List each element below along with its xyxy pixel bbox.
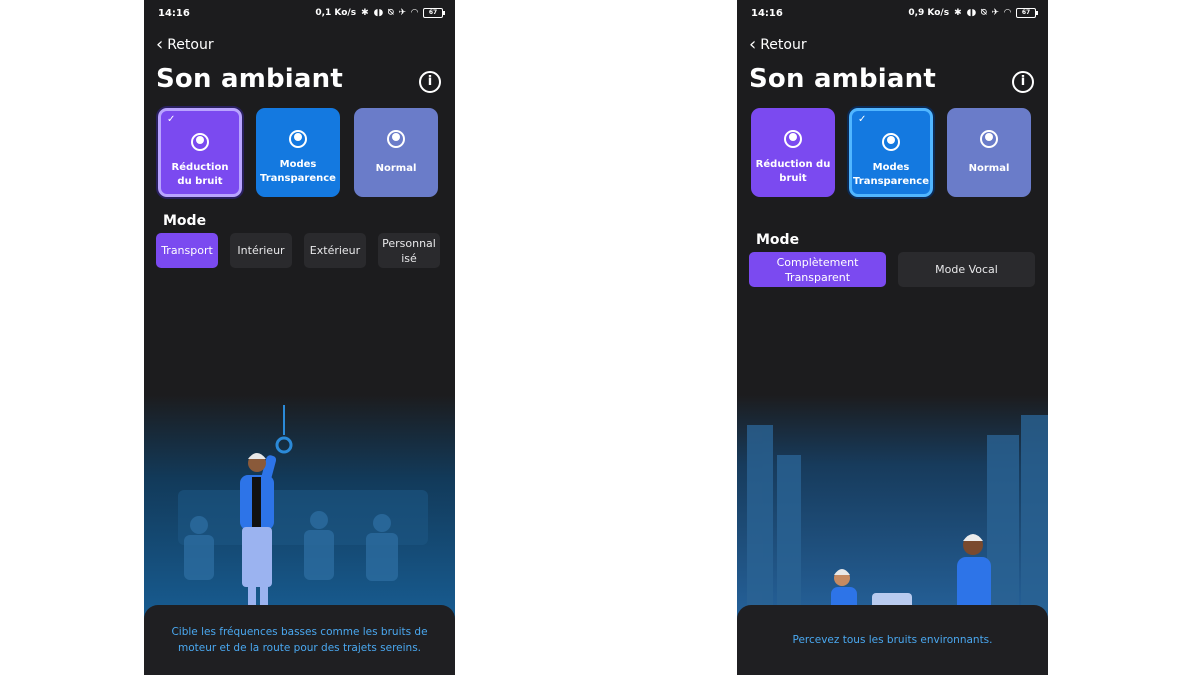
mode-chip-custom[interactable]: Personnalisé bbox=[378, 233, 440, 268]
back-button[interactable]: ‹ Retour bbox=[749, 34, 807, 55]
mode-description: Percevez tous les bruits environnants. bbox=[737, 605, 1048, 675]
mode-description: Cible les fréquences basses comme les br… bbox=[144, 605, 455, 675]
mute-bell-icon: ⍉ bbox=[981, 8, 987, 18]
mode-chip-interior[interactable]: Intérieur bbox=[230, 233, 292, 268]
bluetooth-icon: ✱ bbox=[361, 8, 369, 18]
status-time: 14:16 bbox=[751, 8, 783, 19]
network-speed: 0,1 Ko/s bbox=[315, 8, 357, 18]
page-title: Son ambiant bbox=[156, 64, 343, 94]
chevron-left-icon: ‹ bbox=[156, 34, 164, 55]
mode-chip-exterior[interactable]: Extérieur bbox=[304, 233, 366, 268]
listening-person-icon bbox=[387, 130, 405, 148]
battery-icon: 67 bbox=[1016, 8, 1038, 18]
listening-person-icon bbox=[980, 130, 998, 148]
card-label: Réduction du bruit bbox=[755, 159, 831, 184]
earbuds-icon: ◖◗ bbox=[966, 8, 977, 18]
check-icon: ✓ bbox=[167, 114, 176, 125]
card-label: Modes Transparence bbox=[260, 159, 336, 184]
info-icon[interactable]: i bbox=[419, 71, 441, 93]
info-icon[interactable]: i bbox=[1012, 71, 1034, 93]
card-noise-reduction[interactable]: Réduction du bruit bbox=[751, 108, 835, 197]
card-label: Normal bbox=[375, 163, 417, 174]
status-time: 14:16 bbox=[158, 8, 190, 19]
earbuds-icon: ◖◗ bbox=[373, 8, 384, 18]
wifi-icon: ◠ bbox=[1004, 8, 1011, 18]
airplane-icon: ✈ bbox=[398, 8, 407, 18]
card-noise-reduction[interactable]: ✓ Réduction du bruit bbox=[158, 108, 242, 197]
status-bar: 14:16 0,9 Ko/s ✱ ◖◗ ⍉ ✈ ◠ 67 bbox=[737, 0, 1048, 28]
card-label: Réduction du bruit bbox=[171, 162, 229, 187]
mode-chip-transport[interactable]: Transport bbox=[156, 233, 218, 268]
page-title: Son ambiant bbox=[749, 64, 936, 94]
mode-chips: Complètement Transparent Mode Vocal bbox=[749, 252, 1035, 287]
mode-chip-voice[interactable]: Mode Vocal bbox=[898, 252, 1035, 287]
card-label: Normal bbox=[968, 163, 1010, 174]
listening-person-icon bbox=[191, 133, 209, 151]
listening-person-icon bbox=[882, 133, 900, 151]
ambient-mode-cards: ✓ Réduction du bruit Modes Transparence … bbox=[158, 108, 438, 197]
wifi-icon: ◠ bbox=[411, 8, 418, 18]
ambient-mode-cards: Réduction du bruit ✓ Modes Transparence … bbox=[751, 108, 1031, 197]
phone-screen-transparency: 14:16 0,9 Ko/s ✱ ◖◗ ⍉ ✈ ◠ 67 ‹ Retour So… bbox=[737, 0, 1048, 675]
back-button[interactable]: ‹ Retour bbox=[156, 34, 214, 55]
status-bar: 14:16 0,1 Ko/s ✱ ◖◗ ⍉ ✈ ◠ 67 bbox=[144, 0, 455, 28]
mode-chip-fully-transparent[interactable]: Complètement Transparent bbox=[749, 252, 886, 287]
card-transparency-modes[interactable]: ✓ Modes Transparence bbox=[849, 108, 933, 197]
airplane-icon: ✈ bbox=[991, 8, 1000, 18]
mode-heading: Mode bbox=[756, 232, 800, 248]
bluetooth-icon: ✱ bbox=[954, 8, 962, 18]
battery-icon: 67 bbox=[423, 8, 445, 18]
network-speed: 0,9 Ko/s bbox=[908, 8, 950, 18]
listening-person-icon bbox=[784, 130, 802, 148]
card-normal[interactable]: Normal bbox=[354, 108, 438, 197]
mute-bell-icon: ⍉ bbox=[388, 8, 394, 18]
check-icon: ✓ bbox=[858, 114, 867, 125]
card-label: Modes Transparence bbox=[853, 162, 929, 187]
back-label: Retour bbox=[167, 37, 214, 53]
mode-chips: Transport Intérieur Extérieur Personnali… bbox=[156, 233, 440, 268]
listening-person-icon bbox=[289, 130, 307, 148]
phone-screen-noise-reduction: 14:16 0,1 Ko/s ✱ ◖◗ ⍉ ✈ ◠ 67 ‹ Retour So… bbox=[144, 0, 455, 675]
back-label: Retour bbox=[760, 37, 807, 53]
chevron-left-icon: ‹ bbox=[749, 34, 757, 55]
card-transparency-modes[interactable]: Modes Transparence bbox=[256, 108, 340, 197]
card-normal[interactable]: Normal bbox=[947, 108, 1031, 197]
mode-heading: Mode bbox=[163, 213, 207, 229]
